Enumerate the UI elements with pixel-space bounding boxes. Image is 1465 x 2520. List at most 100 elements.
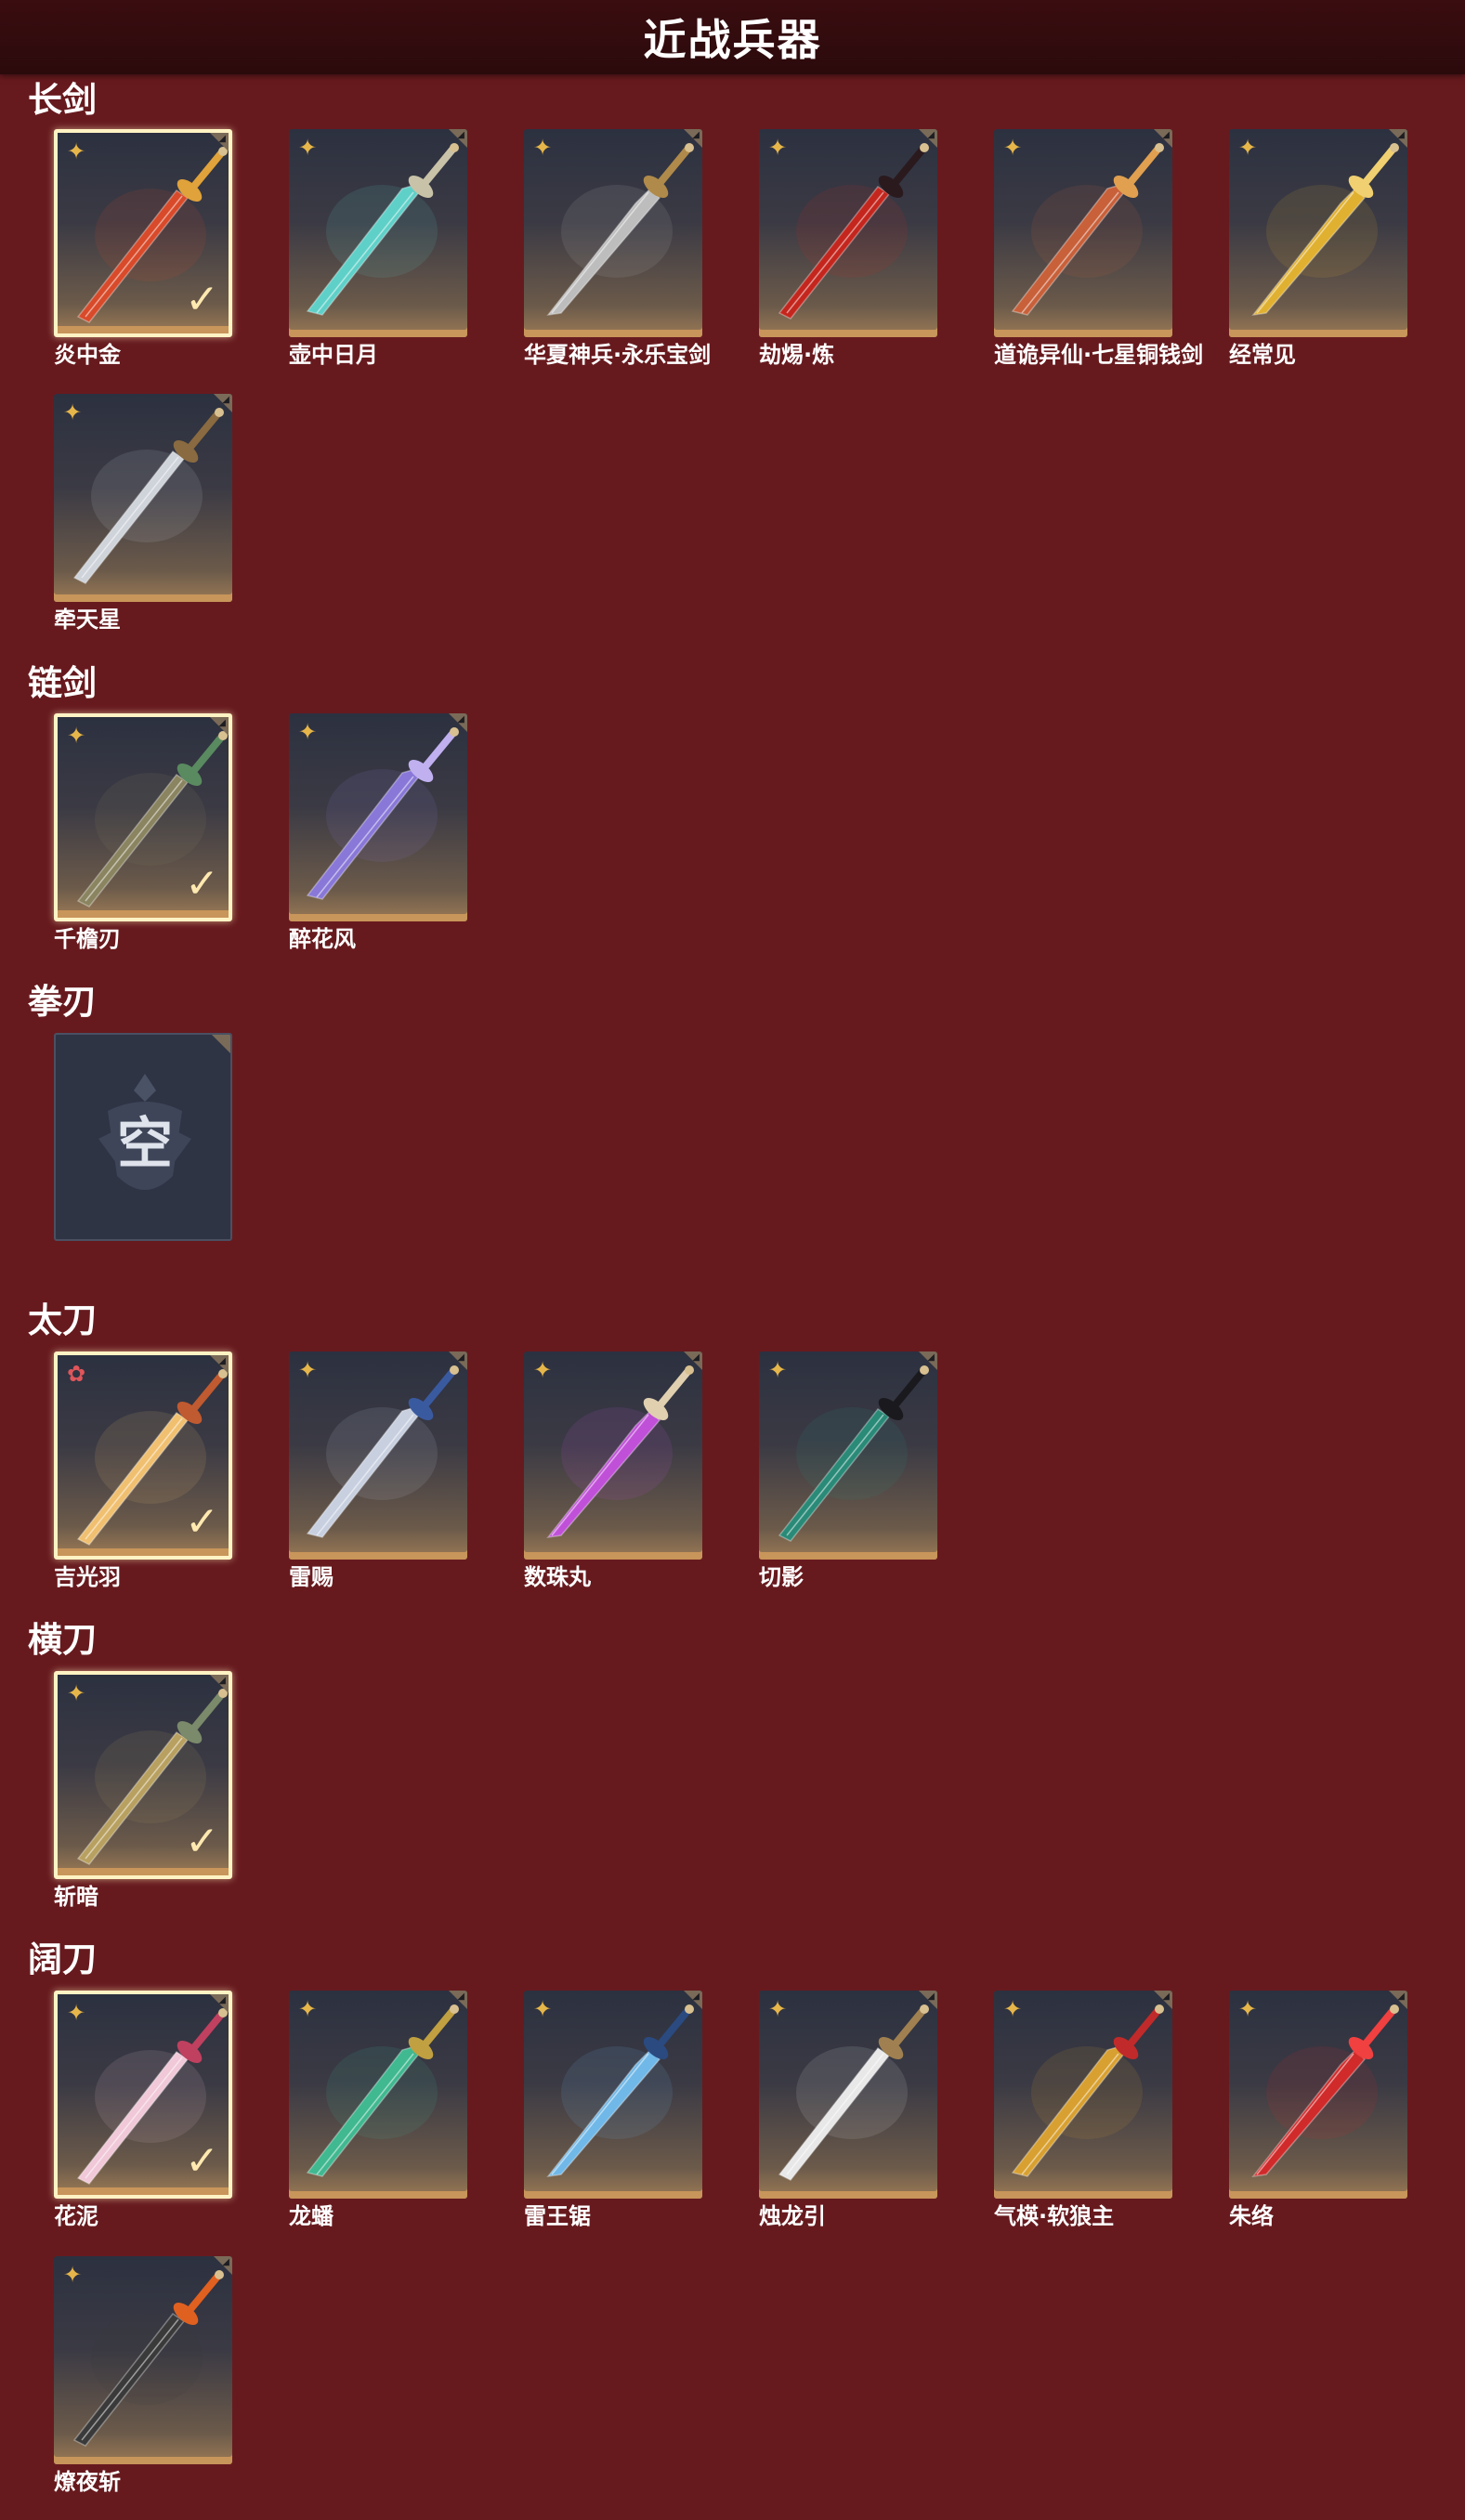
four-point-star-icon: ✦ xyxy=(1003,1996,1023,2022)
page-header: 近战兵器 xyxy=(0,0,1465,74)
corner-marker-icon: ◢ xyxy=(218,1676,226,1686)
weapon-card[interactable]: ◢ ✿ ✓ 吉光羽 xyxy=(54,1351,232,1590)
corner-marker-icon: ◢ xyxy=(457,1991,464,2002)
corner-marker-icon: ◢ xyxy=(218,1356,226,1366)
weapon-name: 华夏神兵·永乐宝剑 xyxy=(524,342,712,368)
checkmark-icon: ✓ xyxy=(185,860,219,907)
weapon-name: 斩暗 xyxy=(54,1884,98,1910)
four-point-star-icon: ✦ xyxy=(298,719,318,745)
sakura-star-icon: ✿ xyxy=(67,1361,86,1387)
weapon-card[interactable]: ◢ ✦ 龙蟠 xyxy=(289,1991,467,2229)
corner-marker-icon: ◢ xyxy=(218,134,226,144)
weapon-card[interactable]: ◢ ✦ 燎夜斩 xyxy=(54,2256,232,2495)
weapon-name: 炎中金 xyxy=(54,342,121,368)
corner-marker-icon: ◢ xyxy=(927,1352,935,1363)
weapon-tile: ◢ ✦ xyxy=(289,713,467,921)
weapon-tile: ◢ ✦ xyxy=(759,1991,937,2199)
corner-marker-icon: ◢ xyxy=(692,130,700,140)
weapon-card[interactable]: ◢ ✦ ✓ 花泥 xyxy=(54,1991,232,2229)
weapon-card[interactable]: ◢ ✦ 牵天星 xyxy=(54,394,232,633)
weapon-tile: ◢ ✦ xyxy=(994,1991,1172,2199)
section-title-fistblade: 拳刃 xyxy=(28,982,97,1022)
weapon-card[interactable]: ◢ ✦ 雷王锯 xyxy=(524,1991,702,2229)
four-point-star-icon: ✦ xyxy=(1238,135,1258,161)
weapon-tile: ◢ ✦ xyxy=(524,1351,702,1560)
weapon-card[interactable]: ◢ ✦ 经常见 xyxy=(1229,129,1407,368)
corner-marker-icon: ◢ xyxy=(1162,1991,1170,2002)
weapon-name: 切影 xyxy=(759,1564,804,1590)
section-title-longsword: 长剑 xyxy=(28,80,97,120)
four-point-star-icon: ✦ xyxy=(67,138,86,164)
weapon-tile: ◢ ✦ xyxy=(524,1991,702,2199)
weapon-card[interactable]: ◢ ✦ ✓ 千檐刃 xyxy=(54,713,232,952)
checkmark-icon: ✓ xyxy=(185,2137,219,2185)
weapon-card[interactable]: ◢ ✦ 道诡异仙·七星铜钱剑 xyxy=(994,129,1203,368)
four-point-star-icon: ✦ xyxy=(67,2000,86,2026)
weapon-name: 烛龙引 xyxy=(759,2203,826,2229)
corner-marker-icon: ◢ xyxy=(222,395,229,405)
weapon-tile: ◢ ✦ xyxy=(54,394,232,602)
weapon-card[interactable]: ◢ ✦ ✓ 斩暗 xyxy=(54,1671,232,1910)
weapon-tile: ◢ ✦ ✓ xyxy=(54,129,232,337)
four-point-star-icon: ✦ xyxy=(67,1680,86,1706)
weapon-tile: ◢ ✦ xyxy=(1229,1991,1407,2199)
weapon-tile: ◢ ✦ xyxy=(54,2256,232,2464)
section-title-chainsword: 链剑 xyxy=(28,663,97,703)
section-title-tachi: 太刀 xyxy=(28,1300,97,1340)
page-title: 近战兵器 xyxy=(643,15,822,65)
corner-marker-icon: ◢ xyxy=(1397,130,1405,140)
four-point-star-icon: ✦ xyxy=(533,1357,553,1383)
weapon-card[interactable]: ◢ ✦ 烛龙引 xyxy=(759,1991,937,2229)
weapon-tile: ◢ ✦ xyxy=(994,129,1172,337)
weapon-tile: ◢ ✦ xyxy=(759,129,937,337)
weapon-card[interactable]: ◢ ✦ 数珠丸 xyxy=(524,1351,702,1590)
empty-weapon-slot[interactable]: 空 xyxy=(54,1033,232,1241)
weapon-tile: ◢ ✦ xyxy=(289,1991,467,2199)
weapon-name: 雷王锯 xyxy=(524,2203,591,2229)
corner-marker-icon: ◢ xyxy=(1397,1991,1405,2002)
weapon-card[interactable]: ◢ ✦ 醉花风 xyxy=(289,713,467,952)
four-point-star-icon: ✦ xyxy=(63,399,83,425)
weapon-card[interactable]: ◢ ✦ 劫焬·炼 xyxy=(759,129,937,368)
four-point-star-icon: ✦ xyxy=(533,1996,553,2022)
weapon-card[interactable]: ◢ ✦ 雷赐 xyxy=(289,1351,467,1590)
checkmark-icon: ✓ xyxy=(185,276,219,323)
weapon-name: 气楧·软狼主 xyxy=(994,2203,1115,2229)
corner-marker-icon: ◢ xyxy=(218,1995,226,2005)
weapon-name: 牵天星 xyxy=(54,607,121,633)
four-point-star-icon: ✦ xyxy=(768,1996,788,2022)
section-title-hengdao: 横刀 xyxy=(28,1620,97,1660)
four-point-star-icon: ✦ xyxy=(533,135,553,161)
weapon-card[interactable]: ◢ ✦ 气楧·软狼主 xyxy=(994,1991,1172,2229)
four-point-star-icon: ✦ xyxy=(1238,1996,1258,2022)
weapon-card[interactable]: ◢ ✦ 切影 xyxy=(759,1351,937,1590)
weapon-tile: ◢ ✦ ✓ xyxy=(54,713,232,921)
corner-marker-icon: ◢ xyxy=(692,1352,700,1363)
corner-marker-icon: ◢ xyxy=(222,2257,229,2267)
weapon-name: 劫焬·炼 xyxy=(759,342,835,368)
weapon-name: 醉花风 xyxy=(289,926,356,952)
weapon-name: 花泥 xyxy=(54,2203,98,2229)
weapon-tile: ◢ ✦ xyxy=(1229,129,1407,337)
weapon-name: 燎夜斩 xyxy=(54,2469,121,2495)
weapon-name: 雷赐 xyxy=(289,1564,334,1590)
four-point-star-icon: ✦ xyxy=(67,723,86,749)
weapon-card[interactable]: ◢ ✦ 壶中日月 xyxy=(289,129,467,368)
four-point-star-icon: ✦ xyxy=(298,135,318,161)
weapon-name: 数珠丸 xyxy=(524,1564,591,1590)
weapon-card[interactable]: ◢ ✦ ✓ 炎中金 xyxy=(54,129,232,368)
weapon-card[interactable]: ◢ ✦ 华夏神兵·永乐宝剑 xyxy=(524,129,711,368)
corner-marker-icon: ◢ xyxy=(1162,130,1170,140)
weapon-tile: ◢ ✦ xyxy=(289,129,467,337)
weapon-name: 道诡异仙·七星铜钱剑 xyxy=(994,342,1204,368)
corner-marker-icon: ◢ xyxy=(927,1991,935,2002)
weapon-name: 龙蟠 xyxy=(289,2203,334,2229)
weapon-name: 千檐刃 xyxy=(54,926,121,952)
empty-slot-tile: 空 xyxy=(54,1033,232,1241)
checkmark-icon: ✓ xyxy=(185,1498,219,1546)
corner-marker-icon: ◢ xyxy=(218,718,226,728)
four-point-star-icon: ✦ xyxy=(768,1357,788,1383)
weapon-card[interactable]: ◢ ✦ 朱络 xyxy=(1229,1991,1407,2229)
corner-marker-icon: ◢ xyxy=(457,714,464,725)
four-point-star-icon: ✦ xyxy=(63,2262,83,2288)
